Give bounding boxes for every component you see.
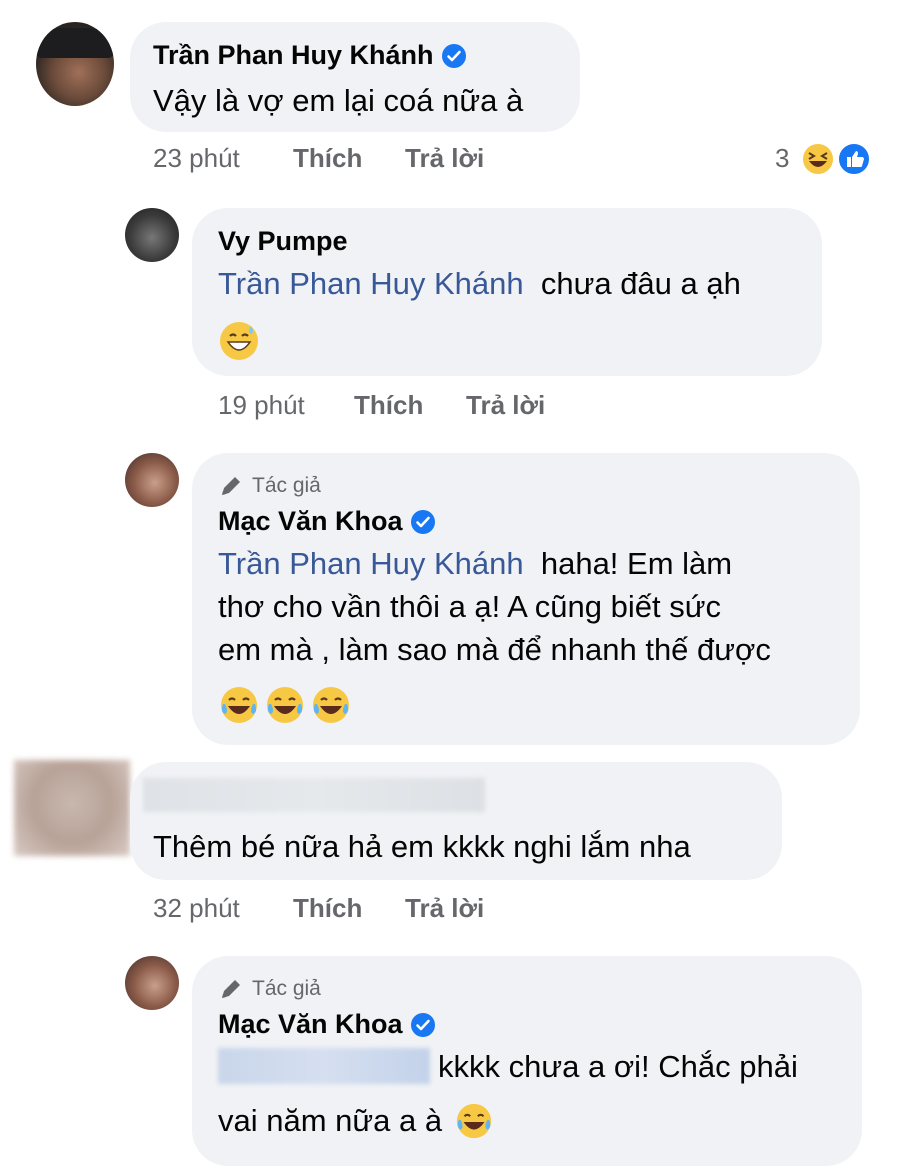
comment-text: Trần Phan Huy Khánh haha! Em làm (218, 546, 733, 581)
like-button[interactable]: Thích (354, 390, 423, 421)
comment-author[interactable]: Mạc Văn Khoa (218, 1009, 435, 1040)
mention-link[interactable]: Trần Phan Huy Khánh (218, 546, 524, 581)
comment-timestamp[interactable]: 23 phút (153, 143, 240, 174)
avatar[interactable] (36, 22, 114, 106)
author-badge: Tác giả (218, 473, 321, 499)
pencil-icon (222, 477, 240, 495)
comment-text-line: em mà , làm sao mà để nhanh thế được (218, 632, 771, 667)
reaction-count[interactable]: 3 (775, 143, 789, 174)
comment-text: kkkk chưa a ơi! Chắc phải (438, 1049, 798, 1084)
comment-text: Trần Phan Huy Khánh chưa đâu a ạh (218, 266, 741, 301)
reply-button[interactable]: Trả lời (466, 390, 545, 421)
grinning-sweat-emoji (220, 322, 258, 360)
comment-text: Vậy là vợ em lại coá nữa à (153, 83, 524, 118)
mention-link[interactable]: Trần Phan Huy Khánh (218, 266, 524, 301)
author-badge: Tác giả (218, 976, 321, 1002)
avatar[interactable] (125, 208, 179, 262)
author-name[interactable]: Trần Phan Huy Khánh (153, 40, 434, 71)
blurred-avatar[interactable] (14, 760, 130, 856)
comment-text: Thêm bé nữa hả em kkkk nghi lắm nha (153, 829, 691, 864)
comment-text-line: thơ cho vần thôi a ạ! A cũng biết sức (218, 589, 721, 624)
like-emoji (837, 142, 871, 176)
reply-button[interactable]: Trả lời (405, 143, 484, 174)
tears-of-joy-emoji (267, 687, 303, 723)
comment-author[interactable]: Trần Phan Huy Khánh (153, 40, 466, 71)
author-name[interactable]: Mạc Văn Khoa (218, 1009, 403, 1040)
comment-timestamp[interactable]: 19 phút (218, 390, 305, 421)
tears-of-joy-emoji (456, 1103, 492, 1139)
comment-author[interactable]: Mạc Văn Khoa (218, 506, 435, 537)
comment-timestamp[interactable]: 32 phút (153, 893, 240, 924)
blurred-mention (218, 1048, 430, 1084)
like-button[interactable]: Thích (293, 143, 362, 174)
emoji-row (218, 684, 352, 726)
verified-badge-icon (441, 43, 466, 68)
blurred-author-name (143, 778, 485, 812)
like-button[interactable]: Thích (293, 893, 362, 924)
comment-text-line: vai năm nữa a à (218, 1100, 494, 1142)
tears-of-joy-emoji (221, 687, 257, 723)
verified-badge-icon (410, 509, 435, 534)
comment-author[interactable]: Vy Pumpe (218, 226, 348, 257)
avatar-cap (36, 28, 114, 58)
avatar[interactable] (125, 956, 179, 1010)
verified-badge-icon (410, 1012, 435, 1037)
author-name[interactable]: Mạc Văn Khoa (218, 506, 403, 537)
pencil-icon (222, 980, 240, 998)
avatar[interactable] (125, 453, 179, 507)
tears-of-joy-emoji (313, 687, 349, 723)
reply-button[interactable]: Trả lời (405, 893, 484, 924)
haha-emoji (801, 142, 835, 176)
